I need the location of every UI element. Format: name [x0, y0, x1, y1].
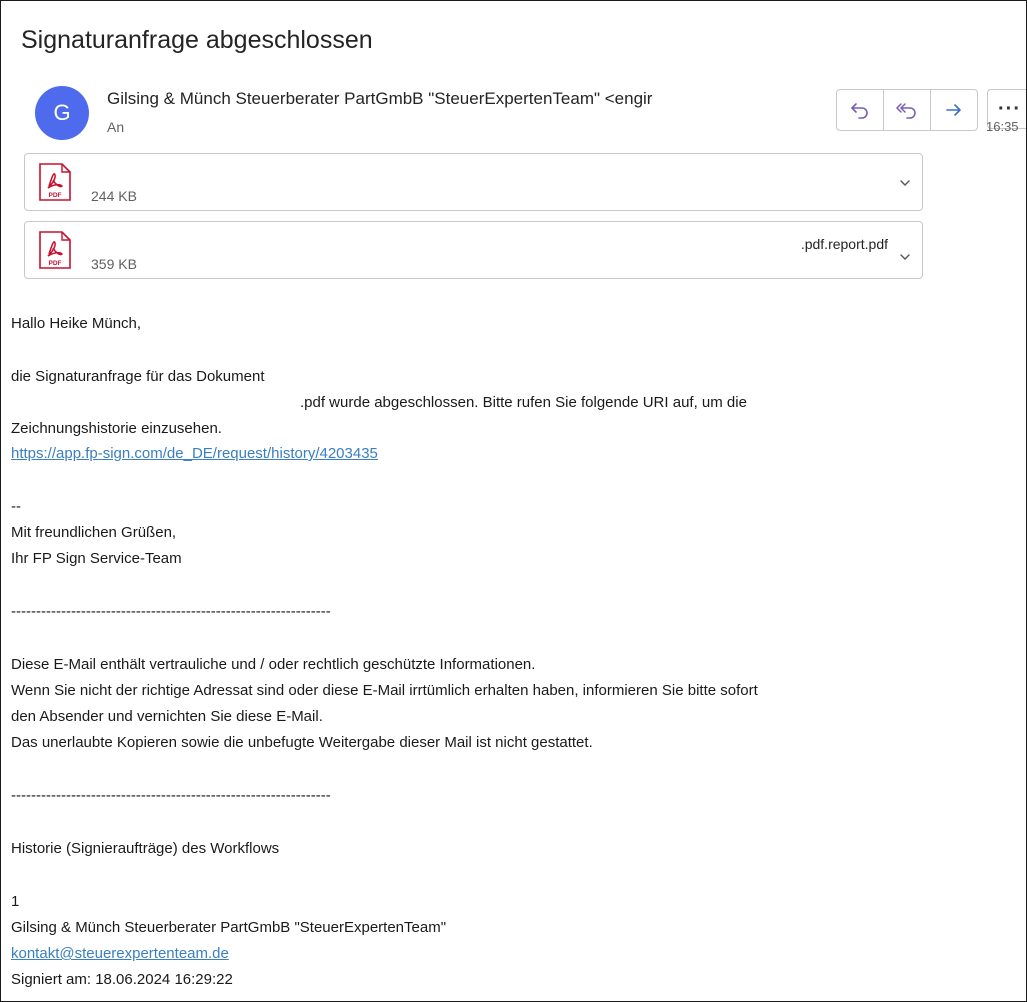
more-icon: ··· [998, 97, 1021, 120]
email-reading-pane: Signaturanfrage abgeschlossen G Gilsing … [0, 0, 1027, 1002]
pdf-file-icon: PDF [39, 163, 71, 201]
svg-text:PDF: PDF [49, 260, 62, 267]
reply-icon [851, 103, 868, 119]
avatar-initial: G [53, 100, 71, 125]
confidentiality-text: Diese E-Mail enthält vertrauliche und / … [11, 656, 536, 673]
received-time: 16:35 [986, 119, 1019, 134]
body-text: die Signaturanfrage für das Dokument [11, 368, 265, 385]
attachment-size: 359 KB [91, 256, 137, 272]
forward-icon [946, 104, 961, 116]
email-subject: Signaturanfrage abgeschlossen [21, 26, 373, 54]
history-entry-email[interactable]: kontakt@steuerexpertenteam.de [11, 945, 229, 962]
reply-all-button[interactable] [884, 90, 931, 130]
sender-avatar[interactable]: G [35, 86, 89, 140]
forward-button[interactable] [931, 90, 977, 130]
chevron-down-icon[interactable] [898, 176, 912, 190]
pdf-file-icon: PDF [39, 231, 71, 269]
history-entry-number: 1 [11, 893, 20, 910]
body-text: Zeichnungshistorie einzusehen. [11, 420, 222, 437]
reply-actions [836, 89, 978, 131]
closing-text: Mit freundlichen Grüßen, [11, 524, 177, 541]
confidentiality-text: Das unerlaubte Kopieren sowie die unbefu… [11, 734, 593, 751]
chevron-down-icon[interactable] [898, 250, 912, 264]
body-text: .pdf wurde abgeschlossen. Bitte rufen Si… [300, 394, 747, 411]
history-link[interactable]: https://app.fp-sign.com/de_DE/request/hi… [11, 445, 378, 462]
history-title: Historie (Signieraufträge) des Workflows [11, 840, 280, 857]
team-name: Ihr FP Sign Service-Team [11, 550, 182, 567]
sender-name[interactable]: Gilsing & Münch Steuerberater PartGmbB "… [107, 89, 787, 109]
separator-line: ----------------------------------------… [11, 787, 331, 804]
attachment-card[interactable]: PDF 359 KB .pdf.report.pdf [24, 221, 923, 279]
reply-button[interactable] [837, 90, 884, 130]
attachment-filename: .pdf.report.pdf [800, 236, 888, 252]
attachment-card[interactable]: PDF 244 KB [24, 153, 923, 211]
confidentiality-text: Wenn Sie nicht der richtige Adressat sin… [11, 682, 758, 699]
confidentiality-text: den Absender und vernichten Sie diese E-… [11, 708, 323, 725]
greeting: Hallo Heike Münch, [11, 315, 142, 332]
signature-dash: -- [11, 498, 21, 515]
history-entry-signed: Signiert am: 18.06.2024 16:29:22 [11, 971, 233, 988]
separator-line: ----------------------------------------… [11, 603, 331, 620]
attachment-size: 244 KB [91, 188, 137, 204]
recipient-label: An [107, 119, 125, 135]
reply-all-icon [896, 103, 916, 119]
svg-text:PDF: PDF [49, 192, 62, 199]
history-entry-name: Gilsing & Münch Steuerberater PartGmbB "… [11, 919, 447, 936]
